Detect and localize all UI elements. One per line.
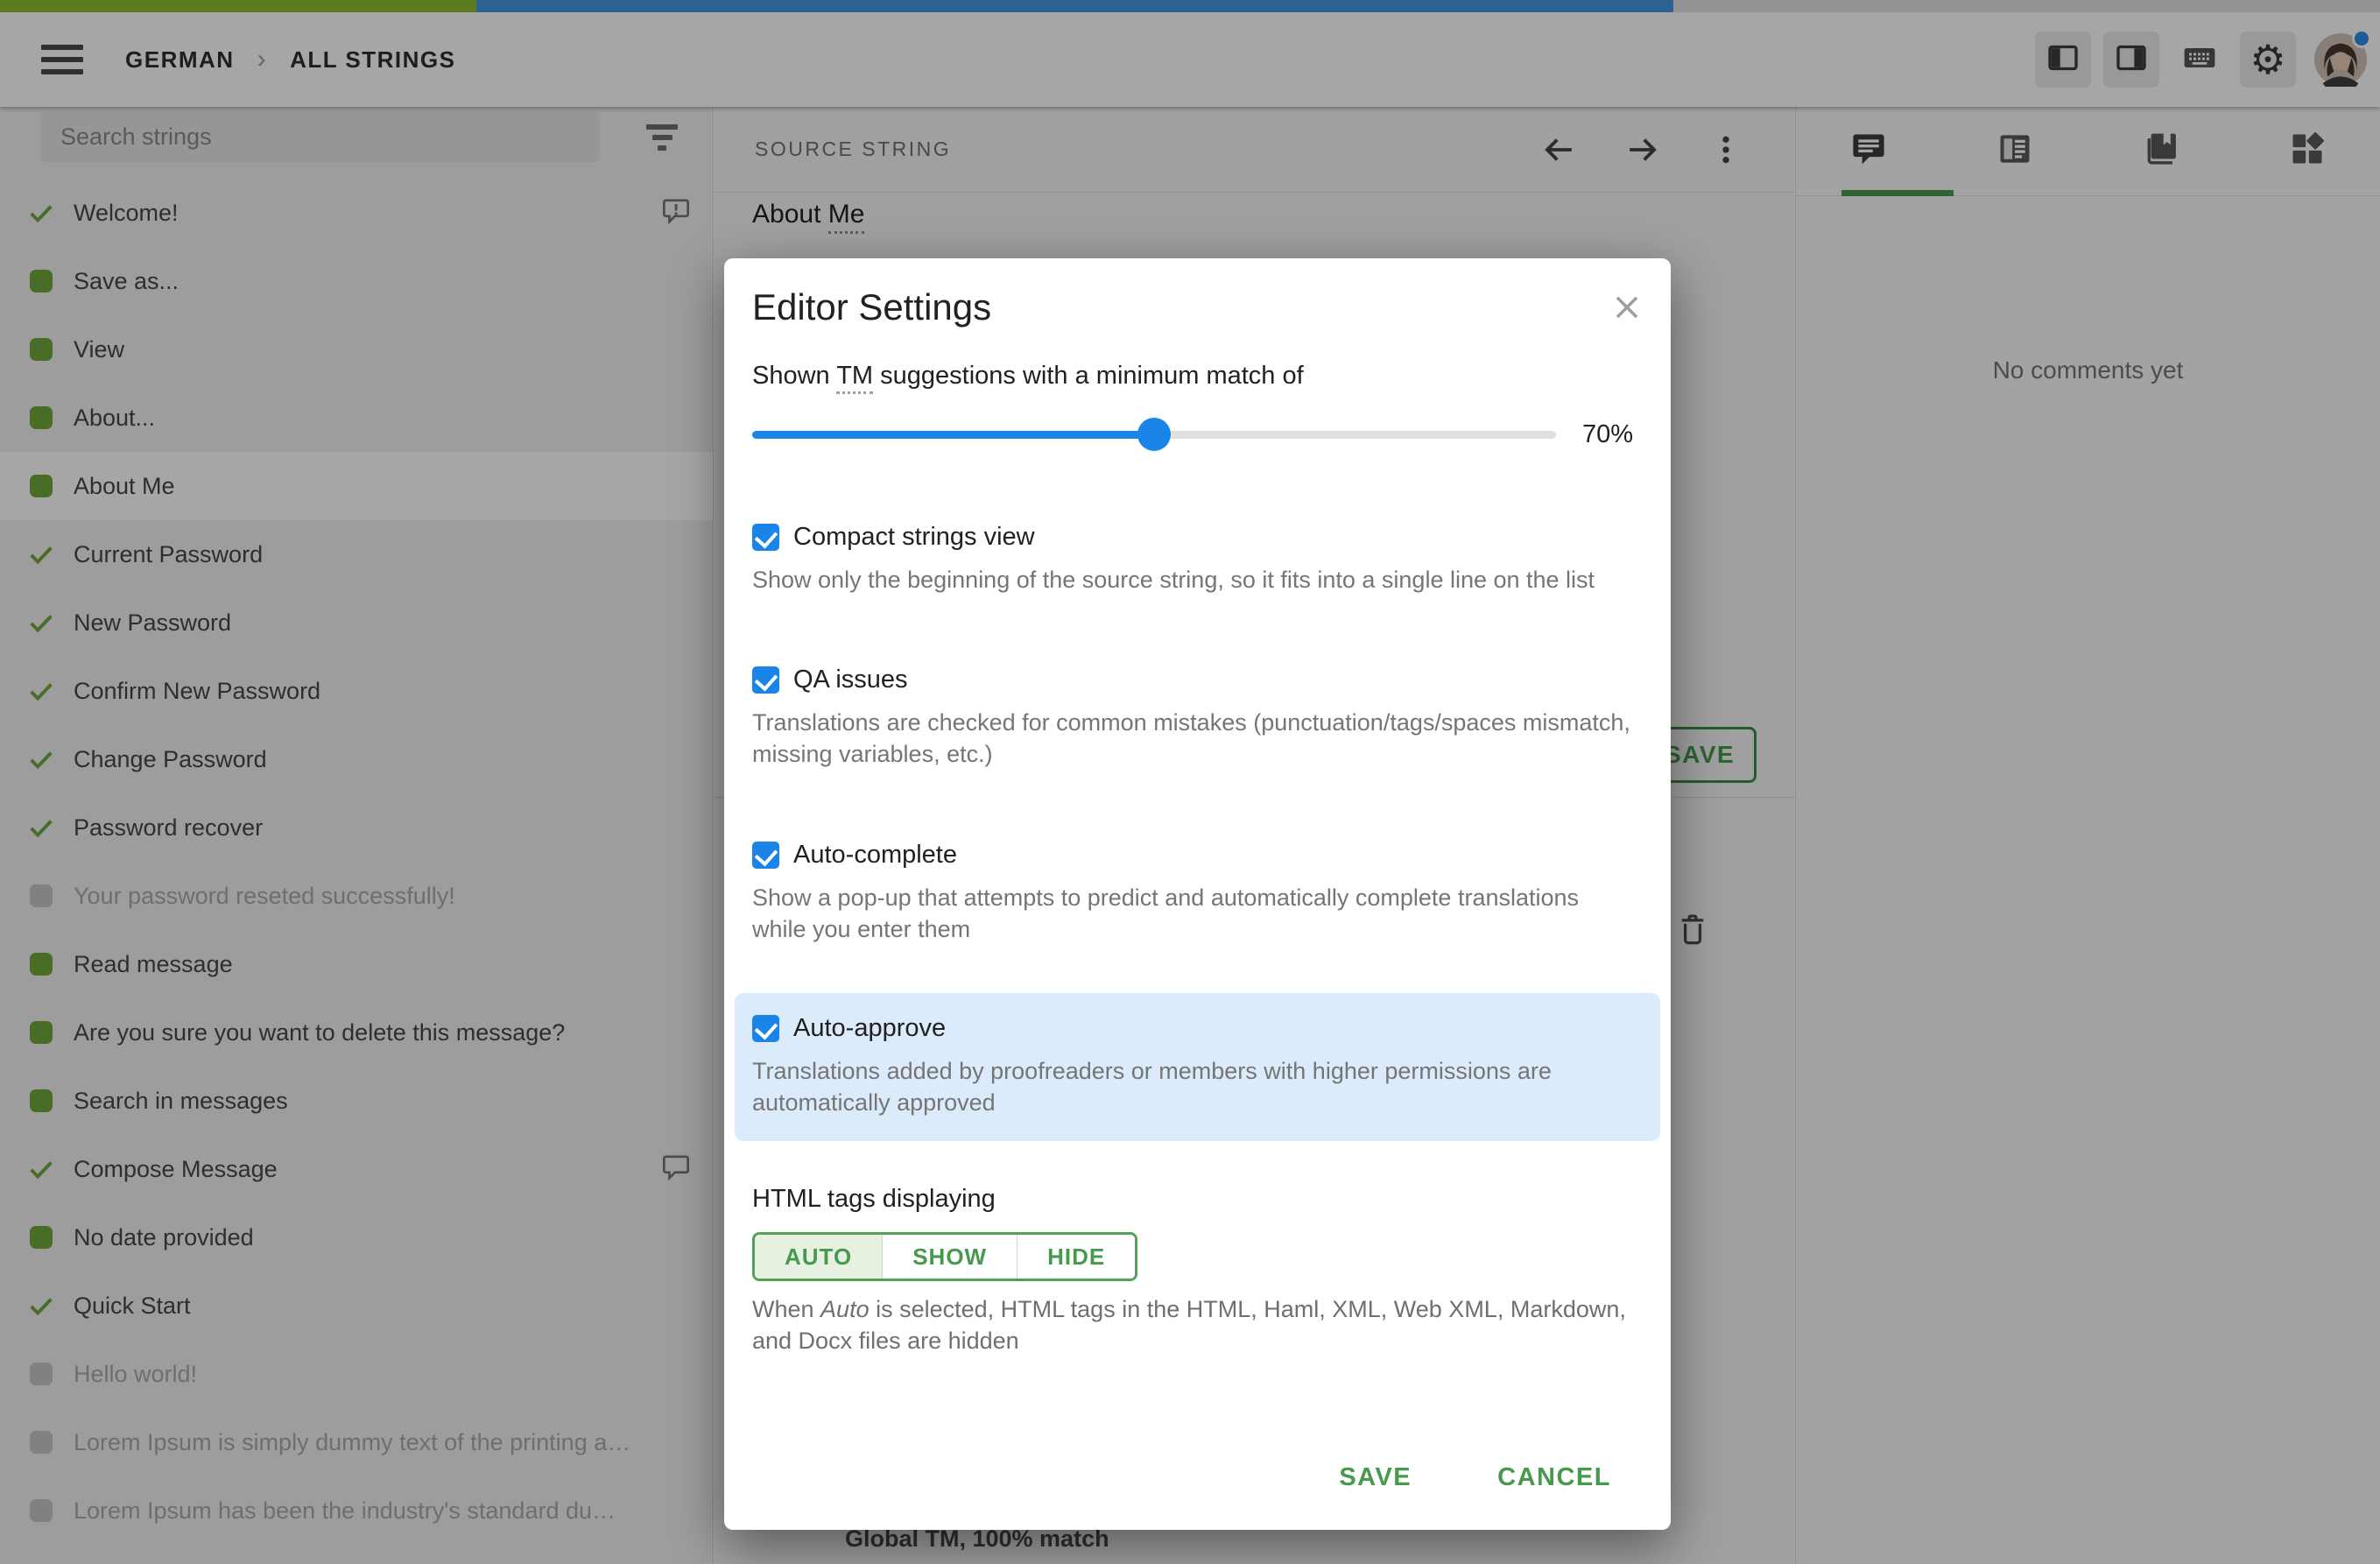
html-tags-option-show[interactable]: SHOW	[882, 1235, 1017, 1279]
html-tags-segmented-control: AUTO SHOW HIDE	[752, 1232, 1138, 1281]
checkbox-row[interactable]: Compact strings view	[752, 523, 1643, 552]
slider-thumb[interactable]	[1137, 418, 1171, 451]
checkbox-label: Auto-approve	[793, 1014, 947, 1042]
checkbox[interactable]	[752, 524, 779, 551]
note-auto-em: Auto	[820, 1296, 870, 1322]
option-description: Translations are checked for common mist…	[752, 709, 1630, 767]
checkbox[interactable]	[752, 666, 779, 694]
modal-title: Editor Settings	[752, 286, 992, 328]
tm-abbr[interactable]: TM	[836, 362, 874, 394]
tm-match-slider[interactable]	[752, 414, 1556, 454]
checkbox-row[interactable]: Auto-complete	[752, 841, 1643, 870]
close-icon[interactable]	[1609, 290, 1644, 325]
option-auto-complete: Auto-complete Show a pop-up that attempts…	[752, 841, 1643, 945]
checkbox-row[interactable]: Auto-approve	[752, 1014, 1643, 1043]
slider-fill	[752, 431, 1154, 439]
checkbox-row[interactable]: QA issues	[752, 666, 1643, 694]
checkbox-label: QA issues	[793, 666, 908, 694]
option-auto-approve: Auto-approve Translations added by proofr…	[735, 993, 1660, 1141]
slider-value: 70%	[1582, 419, 1634, 448]
tm-suggestions-label: Shown TM suggestions with a minimum matc…	[752, 362, 1304, 394]
option-qa-issues: QA issues Translations are checked for co…	[752, 666, 1643, 770]
option-description: Show a pop-up that attempts to predict a…	[752, 884, 1580, 942]
modal-save-button[interactable]: SAVE	[1334, 1451, 1417, 1504]
checkbox-label: Compact strings view	[793, 523, 1035, 551]
checkbox[interactable]	[752, 842, 779, 869]
editor-settings-modal: Editor Settings Shown TM suggestions wit…	[724, 258, 1671, 1530]
checkbox[interactable]	[752, 1015, 779, 1042]
html-tags-option-auto[interactable]: AUTO	[755, 1235, 883, 1279]
html-tags-note: When Auto is selected, HTML tags in the …	[752, 1296, 1626, 1354]
html-tags-label: HTML tags displaying	[752, 1185, 996, 1213]
option-description: Show only the beginning of the source st…	[752, 567, 1595, 593]
modal-cancel-button[interactable]: CANCEL	[1492, 1451, 1616, 1504]
html-tags-option-hide[interactable]: HIDE	[1017, 1235, 1136, 1279]
option-compact-strings-view: Compact strings view Show only the beginn…	[752, 523, 1643, 595]
checkbox-label: Auto-complete	[793, 841, 957, 869]
option-description: Translations added by proofreaders or me…	[752, 1058, 1552, 1116]
